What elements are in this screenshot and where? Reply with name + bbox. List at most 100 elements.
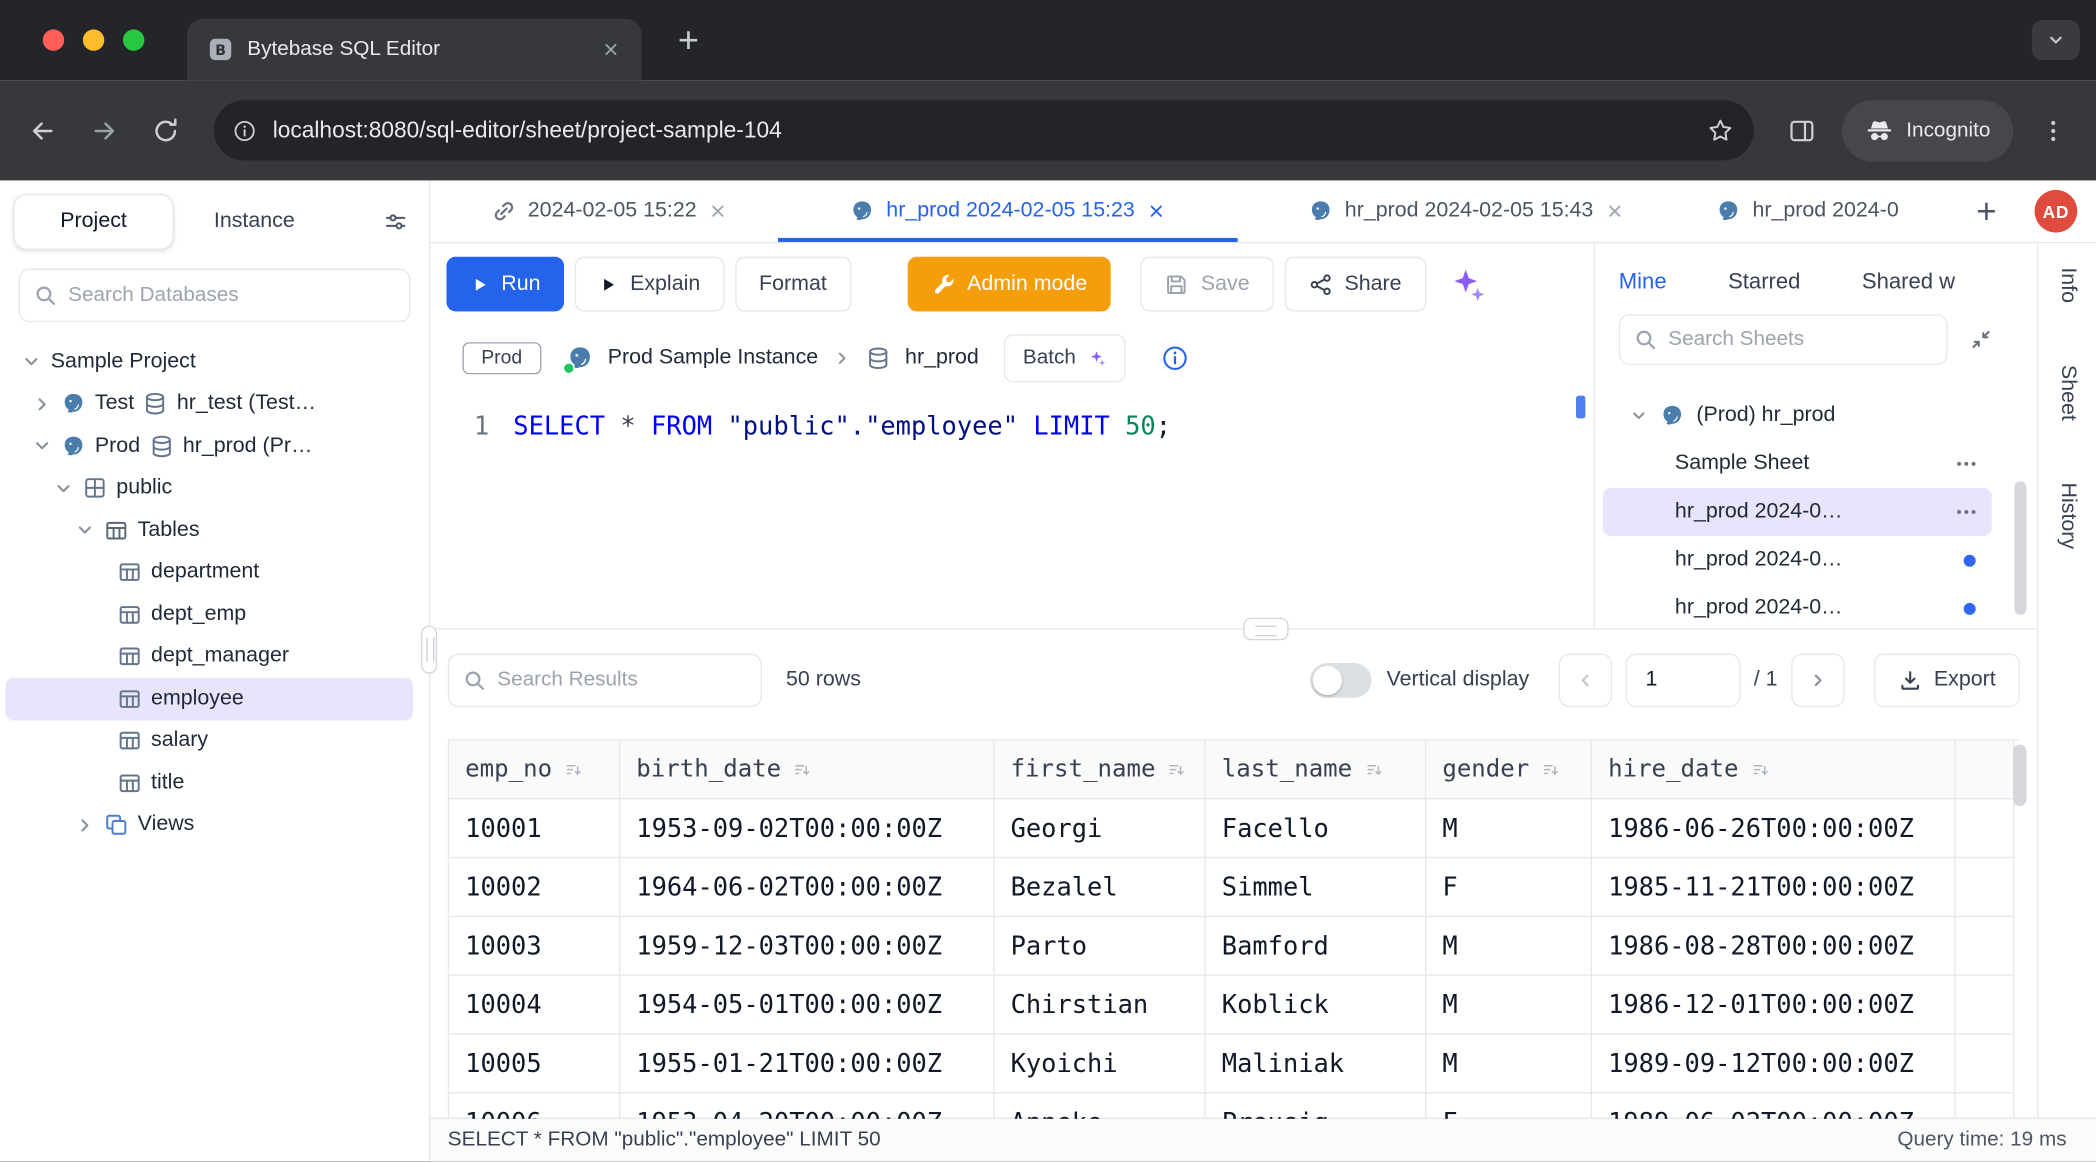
column-header-birth_date[interactable]: birth_date (620, 741, 994, 800)
tree-item-table-department[interactable]: department (0, 551, 429, 593)
scrollbar-thumb[interactable] (2014, 481, 2026, 615)
tree-item-instance-prod-hr-prod[interactable]: Prodhr_prod (Pr… (0, 425, 429, 467)
next-page-button[interactable] (1791, 654, 1844, 707)
tree-item-label: Tables (138, 518, 200, 542)
tree-item-schema-public[interactable]: public (0, 467, 429, 509)
tab-history[interactable]: History (2055, 482, 2079, 549)
run-button[interactable]: Run (446, 257, 564, 312)
side-panel-icon (1787, 116, 1816, 145)
sheet-tab-2[interactable]: hr_prod 2024-02-05 15:43 (1238, 180, 1695, 241)
address-bar[interactable]: localhost:8080/sql-editor/sheet/project-… (214, 100, 1754, 160)
zoom-window-button[interactable] (123, 29, 144, 50)
tree-item-table-title[interactable]: title (0, 762, 429, 804)
column-header-emp_no[interactable]: emp_no (449, 741, 620, 800)
table-cell: 10003 (449, 917, 620, 976)
column-header-gender[interactable]: gender (1426, 741, 1592, 800)
column-header-hire_date[interactable]: hire_date (1592, 741, 1956, 800)
tab-project[interactable]: Project (13, 194, 173, 250)
info-icon[interactable] (1161, 345, 1188, 372)
tree-item-table-dept-manager[interactable]: dept_manager (0, 636, 429, 678)
column-header-last_name[interactable]: last_name (1206, 741, 1427, 800)
database-name[interactable]: hr_prod (905, 346, 979, 370)
tree-item-group-views[interactable]: Views (0, 804, 429, 846)
sheet-group[interactable]: (Prod) hr_prod (1603, 392, 1992, 440)
sheet-menu-icon[interactable] (1954, 500, 1978, 524)
table-row[interactable]: 100041954-05-01T00:00:00ZChirstianKoblic… (449, 976, 2020, 1035)
minimize-window-button[interactable] (83, 29, 104, 50)
table-cell: 10002 (449, 858, 620, 917)
sheet-item[interactable]: Sample Sheet (1603, 440, 1992, 488)
browser-tab[interactable]: B Bytebase SQL Editor (187, 19, 641, 80)
collapse-panel-icon[interactable] (1969, 328, 1993, 352)
tab-shared[interactable]: Shared w (1862, 269, 1955, 294)
instance-name[interactable]: Prod Sample Instance (608, 346, 818, 370)
database-search-input[interactable] (19, 269, 411, 322)
table-row[interactable]: 100031959-12-03T00:00:00ZPartoBamfordM19… (449, 917, 2020, 976)
vertical-display-toggle[interactable] (1310, 663, 1371, 698)
sheet-item[interactable]: hr_prod 2024-0… (1603, 584, 1992, 628)
tree-item-table-salary[interactable]: salary (0, 720, 429, 762)
back-button[interactable] (16, 104, 69, 157)
tab-info[interactable]: Info (2055, 267, 2079, 303)
sql-editor[interactable]: 1 SELECT * FROM "public"."employee" LIMI… (430, 406, 1593, 446)
table-row[interactable]: 100021964-06-02T00:00:00ZBezalelSimmelF1… (449, 858, 2020, 917)
table-row[interactable]: 100051955-01-21T00:00:00ZKyoichiMaliniak… (449, 1035, 2020, 1094)
browser-menu-button[interactable] (2026, 104, 2079, 157)
chevron-left-icon (1576, 671, 1595, 690)
new-tab-button[interactable]: + (666, 17, 711, 62)
table-scrollbar-thumb[interactable] (2013, 745, 2026, 806)
table-body: 100011953-09-02T00:00:00ZGeorgiFacelloM1… (449, 799, 2020, 1118)
tree-item-table-dept-emp[interactable]: dept_emp (0, 594, 429, 636)
prev-page-button[interactable] (1559, 654, 1612, 707)
table-cell: M (1426, 1035, 1592, 1094)
reload-button[interactable] (139, 104, 192, 157)
table-row[interactable]: 100011953-09-02T00:00:00ZGeorgiFacelloM1… (449, 799, 2020, 858)
close-sheet-icon[interactable] (1147, 202, 1166, 221)
close-tab-icon[interactable] (602, 40, 621, 59)
tree-item-project-sample-project[interactable]: Sample Project (0, 341, 429, 383)
tree-item-instance-test-hr-test[interactable]: Testhr_test (Test… (0, 383, 429, 425)
batch-button[interactable]: Batch (1004, 334, 1125, 382)
user-avatar[interactable]: AD (2035, 190, 2078, 233)
sheet-tab-1[interactable]: hr_prod 2024-02-05 15:23 (778, 180, 1238, 241)
sheet-tab-3[interactable]: hr_prod 2024-0 (1695, 180, 1962, 241)
tab-instance[interactable]: Instance (214, 210, 295, 234)
table-row[interactable]: 100061953-04-20T00:00:00ZAnnekePreusigF1… (449, 1093, 2020, 1118)
sheet-tab-0[interactable]: 2024-02-05 15:22 (441, 180, 778, 241)
save-button[interactable]: Save (1141, 257, 1274, 312)
tab-search-button[interactable] (2032, 20, 2080, 60)
sheet-menu-icon[interactable] (1954, 452, 1978, 476)
panel-resize-handle[interactable] (1243, 618, 1288, 641)
export-button[interactable]: Export (1874, 654, 2020, 707)
ai-assistant-icon[interactable] (1447, 264, 1487, 304)
sheet-item[interactable]: hr_prod 2024-0… (1603, 536, 1992, 584)
bookmark-star-icon[interactable] (1706, 116, 1735, 145)
column-header-first_name[interactable]: first_name (995, 741, 1206, 800)
new-sheet-button[interactable]: + (1962, 187, 2010, 235)
close-sheet-icon[interactable] (709, 202, 728, 221)
sheet-search-input[interactable] (1619, 314, 1948, 365)
explain-button[interactable]: Explain (575, 257, 724, 312)
sheet-item[interactable]: hr_prod 2024-0… (1603, 488, 1992, 536)
tab-mine[interactable]: Mine (1619, 269, 1667, 294)
incognito-icon (1865, 116, 1894, 145)
tree-item-table-employee[interactable]: employee (5, 678, 413, 720)
table-cell-filler (1956, 858, 2015, 917)
tab-sheet[interactable]: Sheet (2055, 365, 2079, 421)
tab-starred[interactable]: Starred (1728, 269, 1800, 294)
tree-item-label: hr_test (Test… (177, 392, 316, 416)
filter-settings-icon[interactable] (384, 210, 408, 234)
tree-item-group-tables[interactable]: Tables (0, 509, 429, 551)
site-info-icon[interactable] (233, 118, 257, 142)
results-search-input[interactable] (448, 654, 762, 707)
side-panel-button[interactable] (1775, 104, 1828, 157)
table-cell: Georgi (995, 799, 1206, 858)
close-sheet-icon[interactable] (1605, 202, 1624, 221)
close-window-button[interactable] (43, 29, 64, 50)
page-number-input[interactable] (1625, 654, 1740, 707)
format-button[interactable]: Format (735, 257, 851, 312)
admin-mode-button[interactable]: Admin mode (907, 257, 1111, 312)
share-button[interactable]: Share (1284, 257, 1425, 312)
sidebar-resize-handle[interactable] (421, 626, 437, 674)
forward-button[interactable] (78, 104, 131, 157)
